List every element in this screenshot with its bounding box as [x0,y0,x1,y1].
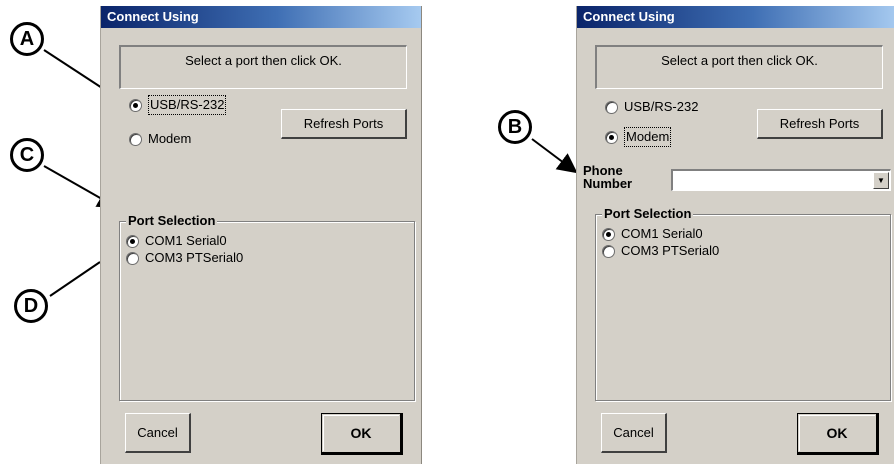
radio-label: COM3 PTSerial0 [145,250,244,265]
callout-b: B [498,110,532,144]
phone-label-line2: Number [583,176,633,191]
radio-indicator [126,251,139,265]
callout-c: C [10,138,44,172]
callout-a: A [10,22,44,56]
arrow-b [531,138,578,174]
radio-label: Modem [148,131,192,146]
radio-indicator [605,130,618,144]
refresh-ports-button[interactable]: Refresh Ports [281,109,407,139]
radio-usb-rs232[interactable]: USB/RS-232 [129,95,227,115]
cancel-button[interactable]: Cancel [125,413,191,453]
prompt-text: Select a port then click OK. [595,45,883,89]
radio-label: USB/RS-232 [148,95,227,115]
arrow-d [49,261,101,297]
radio-label: COM3 PTSerial0 [621,243,720,258]
radio-label: USB/RS-232 [624,99,699,114]
radio-indicator [126,234,139,248]
connect-dialog-modem: Connect Using Select a port then click O… [576,6,894,464]
callout-a-label: A [19,27,35,50]
connect-dialog-usb: Connect Using Select a port then click O… [100,6,422,464]
ok-button-label: OK [826,425,848,441]
dialog-title: Connect Using [101,6,421,28]
port-radio-com3[interactable]: COM3 PTSerial0 [602,242,719,260]
port-selection-title: Port Selection [126,213,218,229]
callout-d-label: D [23,294,39,317]
cancel-button[interactable]: Cancel [601,413,667,453]
callout-c-label: C [19,143,35,166]
radio-indicator [602,244,615,258]
phone-number-combobox[interactable]: ▼ [671,169,891,191]
ok-button[interactable]: OK [797,413,879,455]
port-radio-com1[interactable]: COM1 Serial0 [602,225,703,243]
port-selection-group: Port Selection COM1 Serial0 COM3 PTSeria… [119,213,415,401]
radio-label: COM1 Serial0 [621,226,703,241]
radio-label: COM1 Serial0 [145,233,227,248]
radio-modem[interactable]: Modem [129,130,191,148]
callout-d: D [14,289,48,323]
port-selection-group: Port Selection COM1 Serial0 COM3 PTSeria… [595,206,891,401]
port-radio-com3[interactable]: COM3 PTSerial0 [126,249,243,267]
refresh-ports-button[interactable]: Refresh Ports [757,109,883,139]
radio-modem[interactable]: Modem [605,127,672,147]
port-selection-title: Port Selection [602,206,694,222]
prompt-text: Select a port then click OK. [119,45,407,89]
callout-b-label: B [507,115,523,138]
dialog-title: Connect Using [577,6,894,28]
radio-indicator [129,132,142,146]
ok-button[interactable]: OK [321,413,403,455]
radio-label: Modem [624,127,672,147]
radio-indicator [602,227,615,241]
chevron-down-icon[interactable]: ▼ [873,172,889,189]
radio-usb-rs232[interactable]: USB/RS-232 [605,98,698,116]
ok-button-label: OK [350,425,372,441]
port-radio-com1[interactable]: COM1 Serial0 [126,232,227,250]
radio-indicator [605,100,618,114]
phone-number-label: Phone Number [583,164,632,190]
radio-indicator [129,98,142,112]
